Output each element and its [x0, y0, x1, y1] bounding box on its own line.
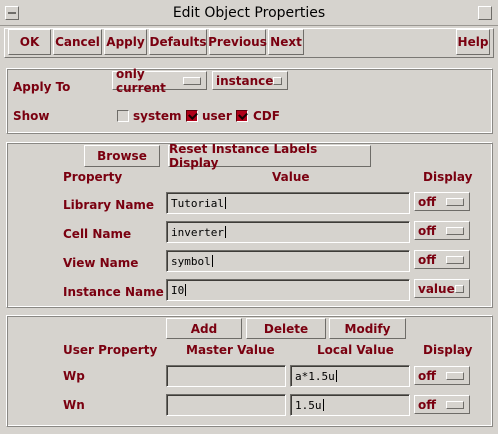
instance-name-label: Instance Name: [63, 285, 164, 299]
title-bar[interactable]: Edit Object Properties: [0, 0, 498, 26]
instance-name-value: I0: [171, 283, 185, 297]
apply-button[interactable]: Apply: [104, 29, 147, 55]
show-user-label: user: [202, 109, 232, 123]
instance-name-field[interactable]: I0: [166, 279, 410, 301]
view-name-field[interactable]: symbol: [166, 250, 410, 272]
text-caret: [224, 197, 226, 209]
view-name-value: symbol: [171, 254, 211, 268]
wp-display-value: off: [418, 368, 436, 383]
show-system-checkbox[interactable]: [117, 110, 129, 122]
reset-instance-labels-button[interactable]: Reset Instance Labels Display: [168, 142, 371, 170]
wn-display-select[interactable]: off: [414, 395, 470, 414]
wp-local-value-field[interactable]: a*1.5u: [290, 365, 410, 387]
user-display-column-header: Display: [423, 343, 473, 357]
apply-to-type-select[interactable]: instance: [212, 71, 288, 90]
ok-button[interactable]: OK: [8, 29, 51, 55]
previous-button[interactable]: Previous: [208, 29, 267, 55]
wp-local-value: a*1.5u: [295, 369, 335, 383]
show-cdf-label: CDF: [253, 109, 280, 123]
modify-button[interactable]: Modify: [329, 318, 406, 339]
apply-to-type-value: instance: [216, 73, 274, 88]
show-user-checkbox[interactable]: [186, 110, 198, 122]
master-value-column-header: Master Value: [186, 343, 275, 357]
wn-label: Wn: [63, 398, 85, 412]
show-label: Show: [13, 109, 50, 123]
wp-label: Wp: [63, 369, 85, 383]
delete-button[interactable]: Delete: [246, 318, 326, 339]
view-name-label: View Name: [63, 256, 139, 270]
apply-to-scope-value: only current: [116, 66, 166, 95]
apply-to-label: Apply To: [13, 80, 71, 94]
apply-to-scope-select[interactable]: only current: [112, 67, 207, 95]
option-menu-indicator-icon: [273, 76, 282, 85]
text-caret: [185, 284, 187, 296]
library-name-value: Tutorial: [171, 196, 224, 210]
local-value-column-header: Local Value: [317, 343, 394, 357]
property-column-header: Property: [63, 170, 123, 184]
wp-display-select[interactable]: off: [414, 366, 470, 385]
wp-master-value-field: [166, 365, 286, 387]
wn-local-value-field[interactable]: 1.5u: [290, 394, 410, 416]
view-name-display-select[interactable]: off: [414, 250, 470, 269]
cell-name-value: inverter: [171, 225, 224, 239]
cancel-button[interactable]: Cancel: [53, 29, 102, 55]
library-name-label: Library Name: [63, 198, 155, 212]
option-menu-indicator-icon: [446, 400, 464, 409]
value-column-header: Value: [272, 170, 310, 184]
library-name-display-value: off: [418, 194, 436, 209]
user-property-column-header: User Property: [63, 343, 158, 357]
add-button[interactable]: Add: [166, 318, 242, 339]
show-cdf-checkbox[interactable]: [236, 110, 248, 122]
browse-button[interactable]: Browse: [84, 145, 160, 167]
cell-name-label: Cell Name: [63, 227, 132, 241]
wn-master-value-field: [166, 394, 286, 416]
wn-local-value: 1.5u: [295, 398, 322, 412]
option-menu-indicator-icon: [183, 76, 201, 85]
library-name-field[interactable]: Tutorial: [166, 192, 410, 214]
option-menu-indicator-icon: [446, 197, 464, 206]
text-caret: [322, 399, 324, 411]
cell-name-display-value: off: [418, 223, 436, 238]
cell-name-field[interactable]: inverter: [166, 221, 410, 243]
text-caret: [335, 370, 337, 382]
library-name-display-select[interactable]: off: [414, 192, 470, 211]
defaults-button[interactable]: Defaults: [149, 29, 207, 55]
option-menu-indicator-icon: [454, 284, 464, 293]
show-system-label: system: [133, 109, 182, 123]
option-menu-indicator-icon: [446, 371, 464, 380]
option-menu-indicator-icon: [446, 226, 464, 235]
display-column-header: Display: [423, 170, 473, 184]
view-name-display-value: off: [418, 252, 436, 267]
text-caret: [211, 255, 213, 267]
wn-display-value: off: [418, 397, 436, 412]
text-caret: [224, 226, 226, 238]
cell-name-display-select[interactable]: off: [414, 221, 470, 240]
help-button[interactable]: Help: [456, 29, 490, 55]
option-menu-indicator-icon: [446, 255, 464, 264]
minimize-icon[interactable]: [478, 6, 492, 20]
instance-name-display-value: value: [418, 281, 455, 296]
instance-name-display-select[interactable]: value: [414, 279, 470, 298]
next-button[interactable]: Next: [268, 29, 304, 55]
window-title: Edit Object Properties: [172, 5, 326, 21]
